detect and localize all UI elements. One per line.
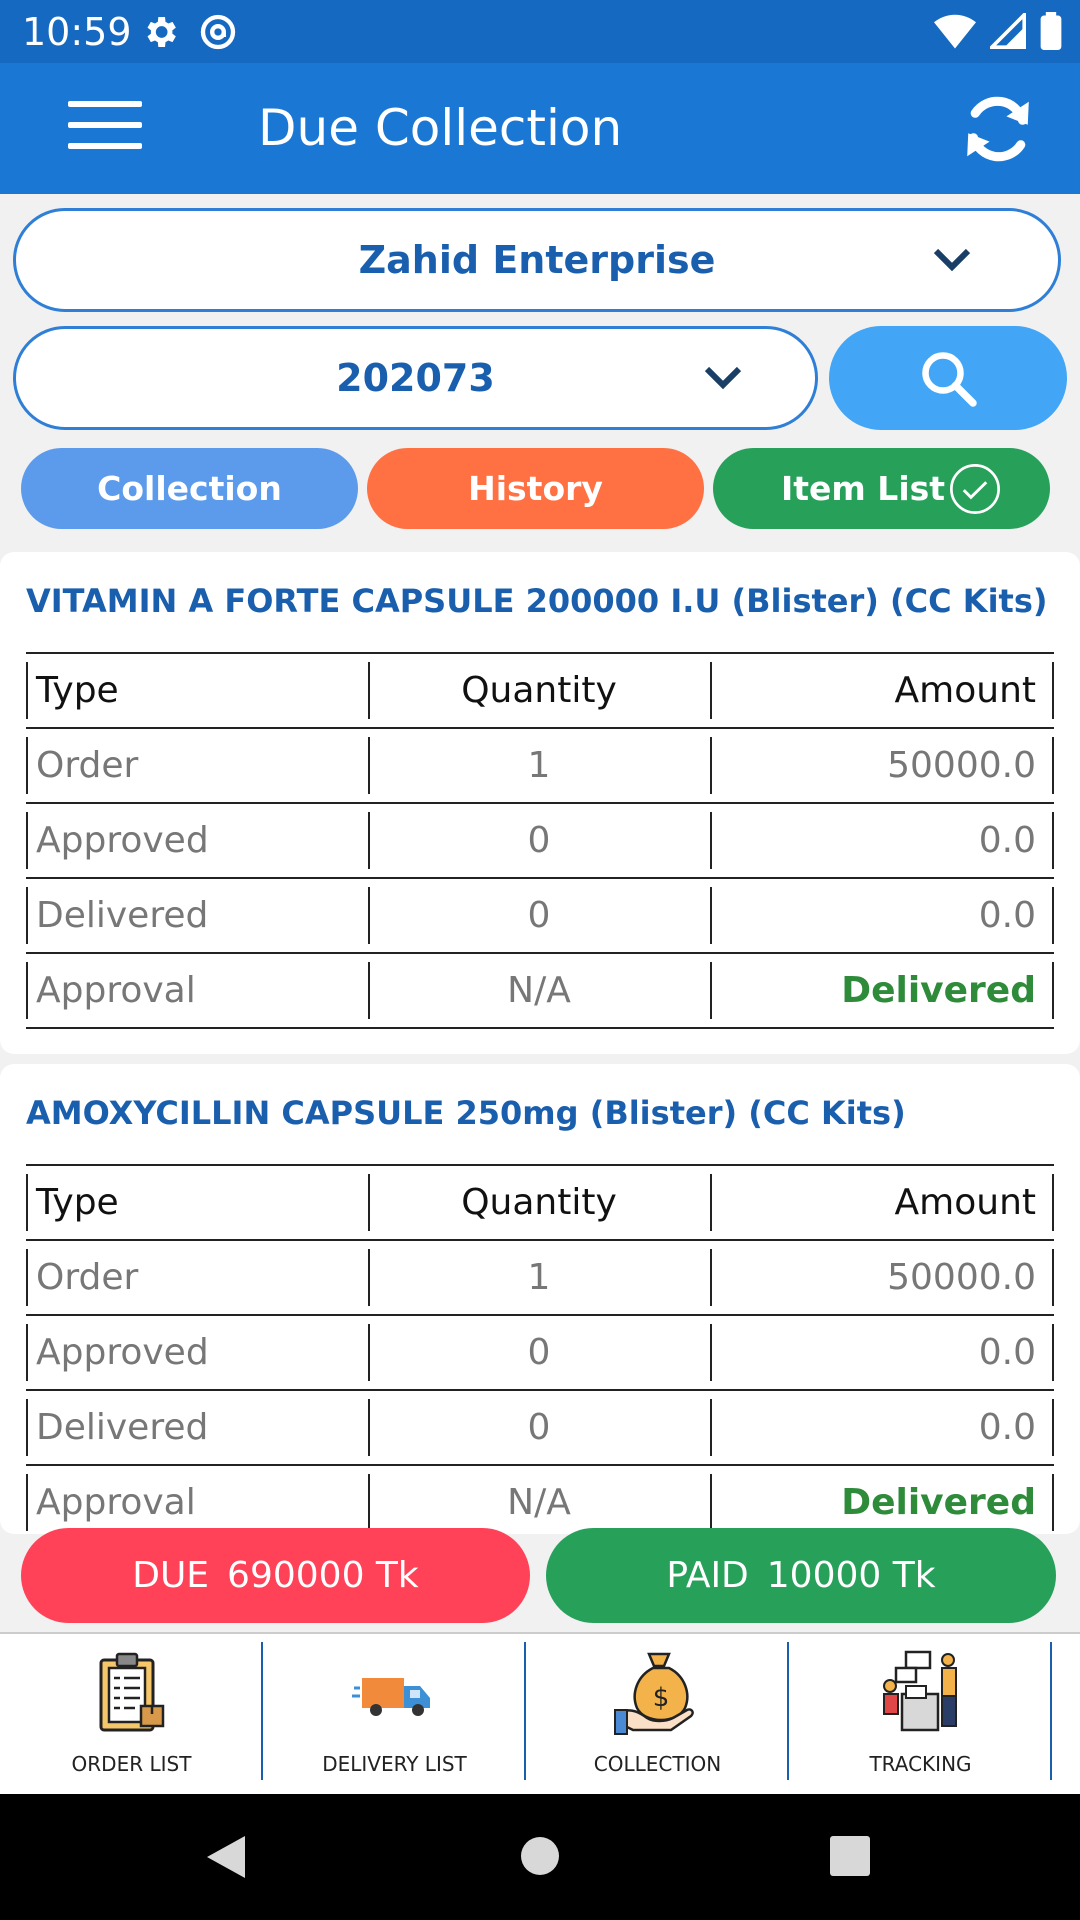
header-type: Type <box>26 654 368 727</box>
cell-type: Delivered <box>26 1391 368 1464</box>
menu-icon[interactable] <box>68 101 142 155</box>
item-card: AMOXYCILLIN CAPSULE 250mg (Blister) (CC … <box>0 1064 1080 1534</box>
cell-type: Approval <box>26 1466 368 1534</box>
status-time: 10:59 <box>22 10 132 54</box>
svg-text:$: $ <box>652 1683 669 1713</box>
back-triangle-icon[interactable] <box>205 1834 247 1880</box>
cell-quantity: 0 <box>368 1316 710 1389</box>
header-amount: Amount <box>710 654 1054 727</box>
cell-quantity: N/A <box>368 1466 710 1534</box>
header-amount: Amount <box>710 1166 1054 1239</box>
cell-quantity: 1 <box>368 1241 710 1314</box>
tab-item-list[interactable]: Item List <box>713 448 1050 529</box>
table-row: Approved 0 0.0 <box>26 804 1054 879</box>
refresh-icon[interactable] <box>956 87 1040 171</box>
table-row: Order 1 50000.0 <box>26 1241 1054 1316</box>
cell-type: Approved <box>26 804 368 877</box>
item-table: Type Quantity Amount Order 1 50000.0 App… <box>26 652 1054 1029</box>
item-title: AMOXYCILLIN CAPSULE 250mg (Blister) (CC … <box>26 1094 906 1132</box>
battery-icon <box>1040 12 1062 50</box>
cell-quantity: 1 <box>368 729 710 802</box>
nav-collection[interactable]: $ COLLECTION <box>526 1634 789 1794</box>
search-button[interactable] <box>829 326 1067 430</box>
cell-quantity: N/A <box>368 954 710 1027</box>
status-left-icons <box>140 12 238 52</box>
company-select-value: Zahid Enterprise <box>358 238 716 282</box>
header-type: Type <box>26 1166 368 1239</box>
clipboard-icon <box>99 1652 164 1732</box>
code-select-value: 202073 <box>336 356 495 400</box>
cell-amount: 50000.0 <box>710 1241 1054 1314</box>
bottom-navigation: ORDER LIST DELIVERY LIST $ COLLECTION TR… <box>0 1632 1080 1794</box>
nav-label: TRACKING <box>869 1752 972 1776</box>
paid-amount-button[interactable]: PAID 10000 Tk <box>546 1528 1056 1623</box>
cell-quantity: 0 <box>368 804 710 877</box>
check-circle-icon <box>950 464 1000 514</box>
due-value: 690000 Tk <box>227 1555 419 1596</box>
nav-tracking[interactable]: TRACKING <box>789 1634 1052 1794</box>
search-icon <box>922 352 977 407</box>
cell-approval-status: Delivered <box>710 954 1054 1027</box>
item-table: Type Quantity Amount Order 1 50000.0 App… <box>26 1164 1054 1534</box>
table-header-row: Type Quantity Amount <box>26 1166 1054 1241</box>
cell-type: Order <box>26 1241 368 1314</box>
truck-icon <box>351 1678 430 1716</box>
table-header-row: Type Quantity Amount <box>26 654 1054 729</box>
header-quantity: Quantity <box>368 654 710 727</box>
status-right-icons <box>934 12 1062 50</box>
code-select[interactable]: 202073 <box>13 326 818 430</box>
table-row: Order 1 50000.0 <box>26 729 1054 804</box>
recent-apps-square-icon[interactable] <box>830 1836 870 1876</box>
tab-collection[interactable]: Collection <box>21 448 358 529</box>
signal-icon <box>990 13 1026 49</box>
nav-label: ORDER LIST <box>71 1752 192 1776</box>
item-card: VITAMIN A FORTE CAPSULE 200000 I.U (Blis… <box>0 552 1080 1054</box>
tab-history[interactable]: History <box>367 448 704 529</box>
chevron-down-icon <box>933 248 971 272</box>
cell-type: Delivered <box>26 879 368 952</box>
table-row: Approval N/A Delivered <box>26 954 1054 1029</box>
home-circle-icon[interactable] <box>520 1836 560 1876</box>
cell-amount: 0.0 <box>710 879 1054 952</box>
cell-amount: 50000.0 <box>710 729 1054 802</box>
cell-approval-status: Delivered <box>710 1466 1054 1534</box>
due-amount-button[interactable]: DUE 690000 Tk <box>21 1528 530 1623</box>
table-row: Approval N/A Delivered <box>26 1466 1054 1534</box>
nav-delivery-list[interactable]: DELIVERY LIST <box>263 1634 526 1794</box>
company-select[interactable]: Zahid Enterprise <box>13 208 1061 312</box>
wifi-icon <box>934 14 976 49</box>
cell-amount: 0.0 <box>710 1391 1054 1464</box>
due-label: DUE <box>132 1555 210 1596</box>
paid-value: 10000 Tk <box>766 1555 936 1596</box>
cell-amount: 0.0 <box>710 804 1054 877</box>
cell-type: Approval <box>26 954 368 1027</box>
tracking-people-icon <box>882 1650 957 1732</box>
cell-quantity: 0 <box>368 879 710 952</box>
cell-amount: 0.0 <box>710 1316 1054 1389</box>
at-sign-icon <box>200 14 236 50</box>
table-row: Approved 0 0.0 <box>26 1316 1054 1391</box>
cell-type: Order <box>26 729 368 802</box>
system-navigation-bar <box>0 1794 1080 1920</box>
nav-order-list[interactable]: ORDER LIST <box>0 1634 263 1794</box>
cell-quantity: 0 <box>368 1391 710 1464</box>
chevron-down-icon <box>704 366 742 390</box>
cell-type: Approved <box>26 1316 368 1389</box>
money-bag-icon: $ <box>613 1652 694 1735</box>
nav-label: COLLECTION <box>593 1752 722 1776</box>
item-title: VITAMIN A FORTE CAPSULE 200000 I.U (Blis… <box>26 582 1048 620</box>
page-title: Due Collection <box>258 99 623 157</box>
table-row: Delivered 0 0.0 <box>26 1391 1054 1466</box>
paid-label: PAID <box>666 1555 749 1596</box>
settings-gear-icon <box>147 17 176 47</box>
table-row: Delivered 0 0.0 <box>26 879 1054 954</box>
nav-label: DELIVERY LIST <box>322 1752 467 1776</box>
tab-item-list-label: Item List <box>781 469 946 508</box>
app-bar: Due Collection <box>0 63 1080 194</box>
status-bar: 10:59 <box>0 0 1080 63</box>
header-quantity: Quantity <box>368 1166 710 1239</box>
